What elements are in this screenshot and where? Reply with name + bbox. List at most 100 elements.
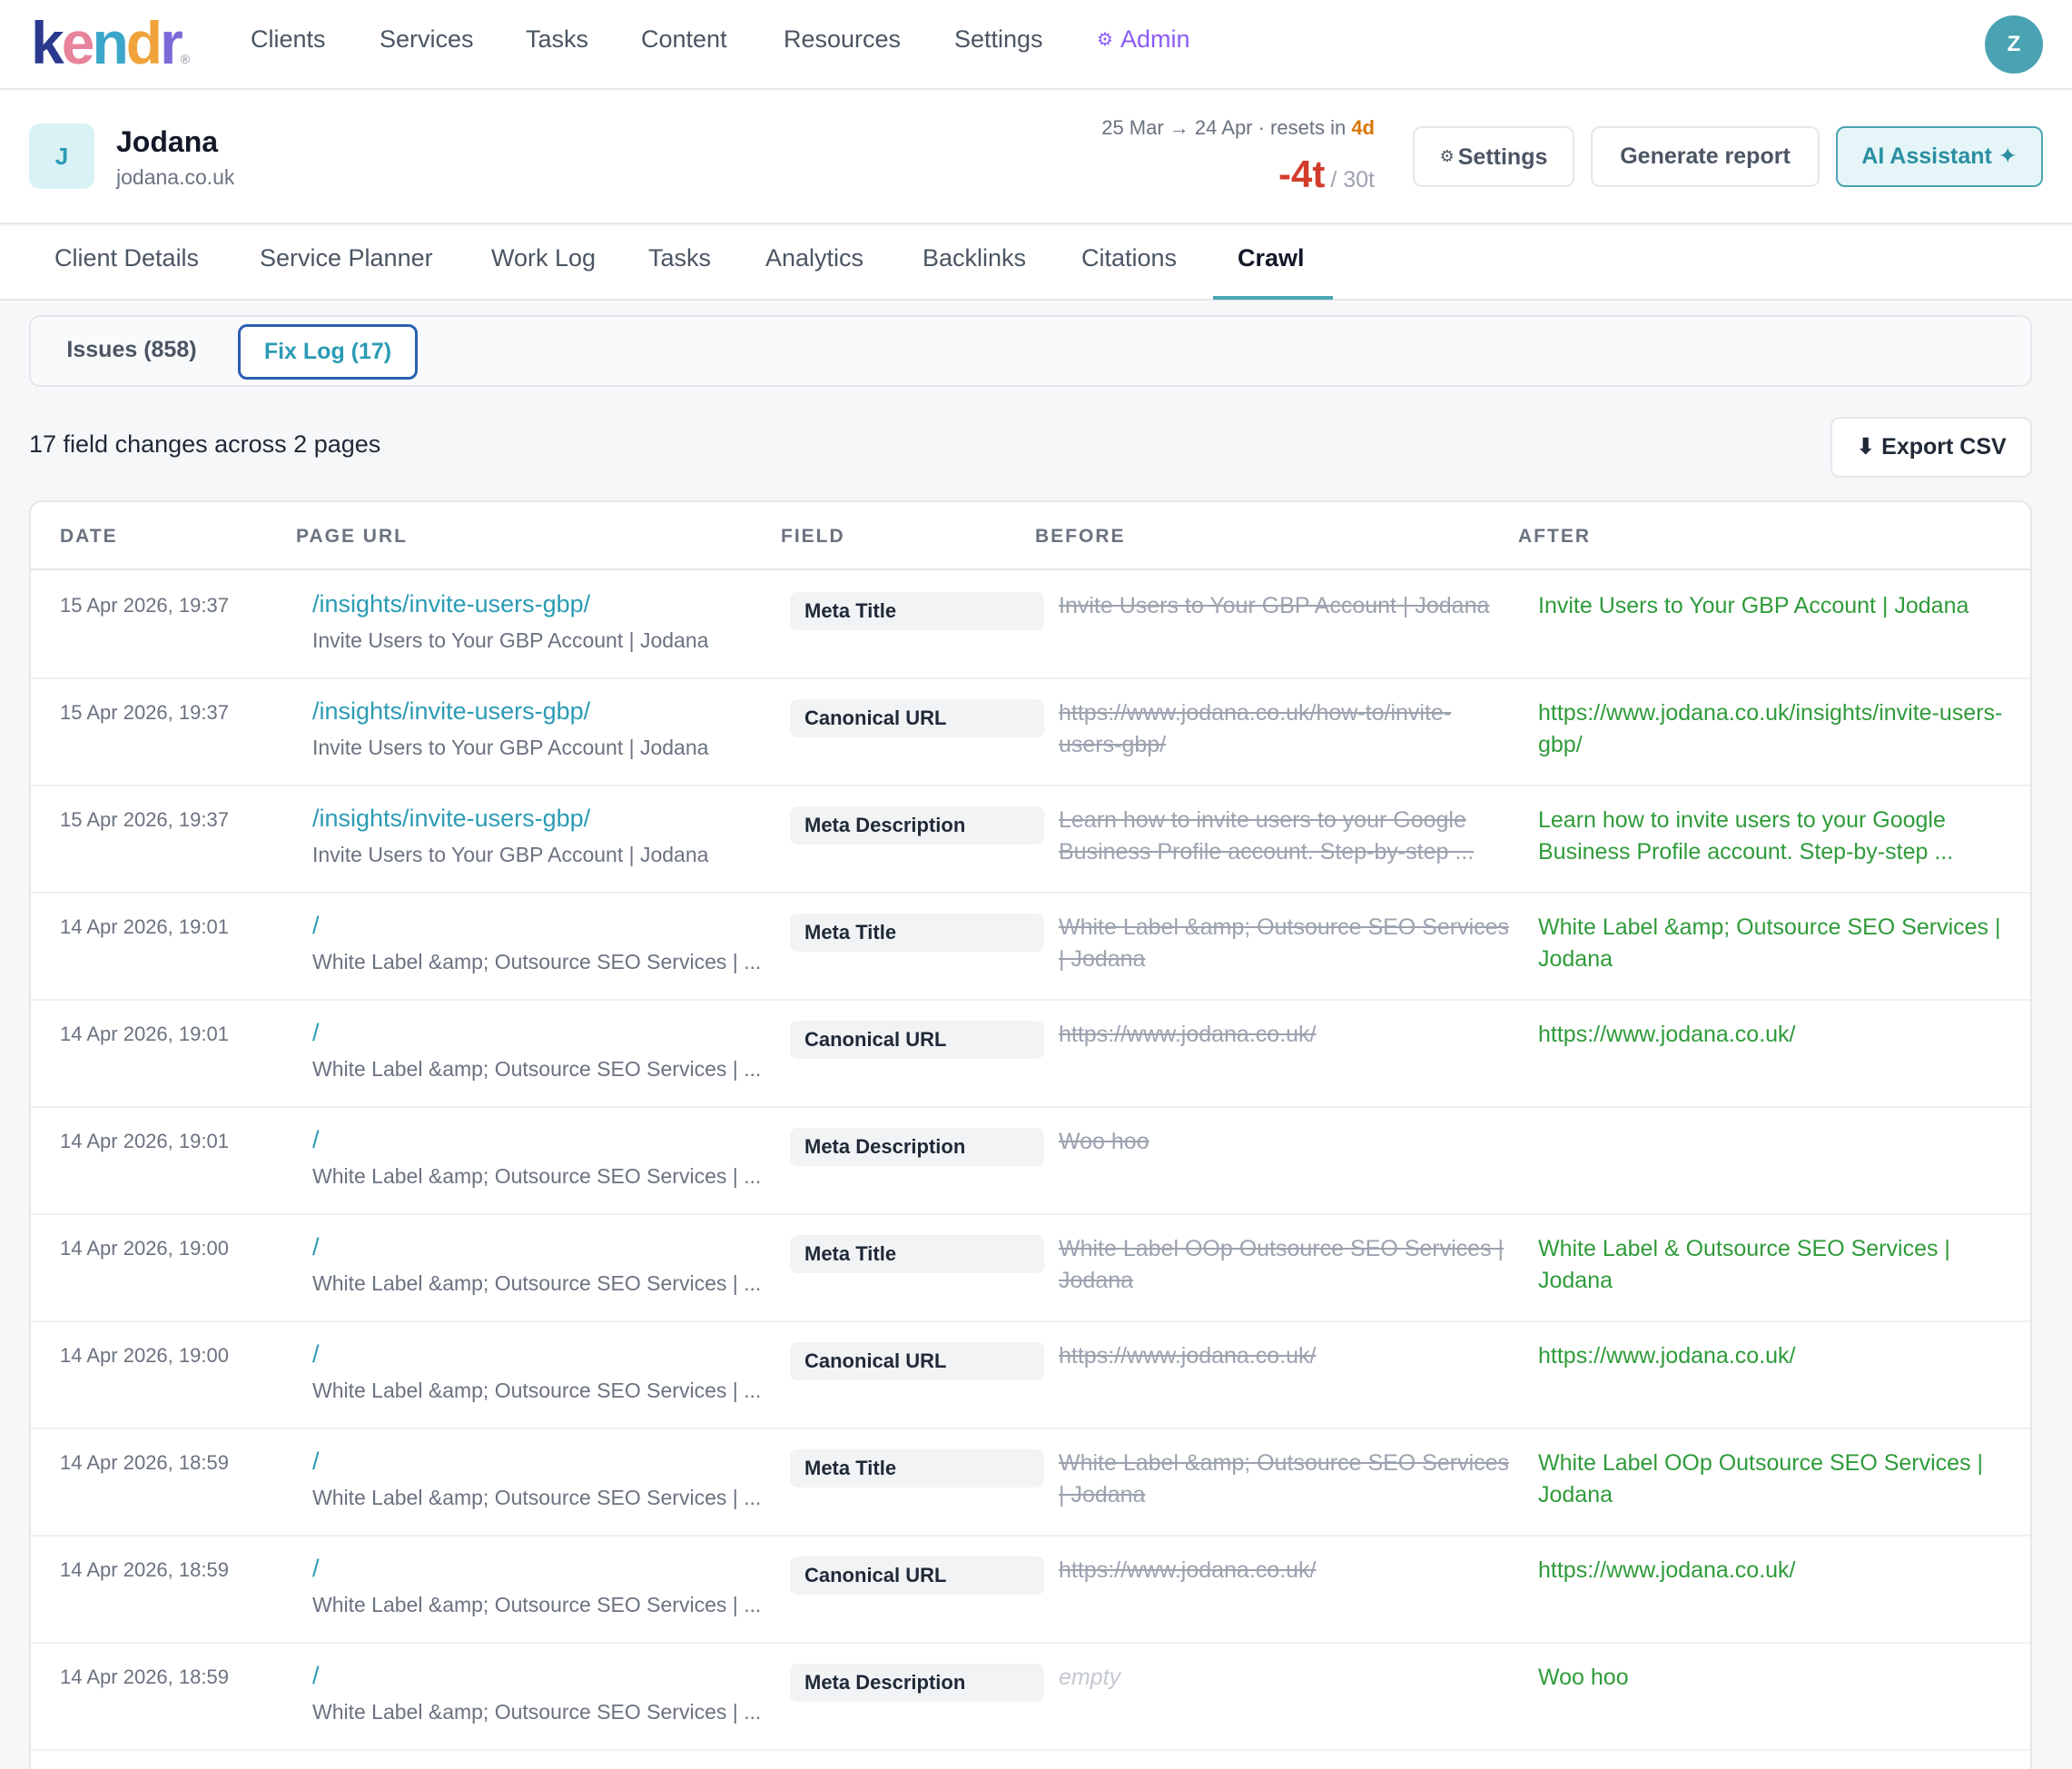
page-title: White Label &amp; Outsource SEO Services… — [312, 1700, 762, 1724]
field-badge: Meta Title — [790, 914, 1044, 952]
header-date[interactable]: DATE — [60, 526, 118, 548]
tab-crawl[interactable]: Crawl — [1238, 244, 1305, 272]
after-value: Woo hoo — [1538, 1665, 1629, 1690]
tab-service-planner[interactable]: Service Planner — [260, 244, 433, 272]
table-row[interactable]: 14 Apr 2026, 19:01 / White Label &amp; Out… — [31, 1108, 2030, 1215]
change-date: 15 Apr 2026, 19:37 — [60, 594, 229, 617]
billing-period: 25 Mar → 24 Apr · resets in 4d — [1101, 116, 1375, 139]
before-value: https://www.jodana.co.uk/ — [1059, 1557, 1317, 1583]
before-value: https://www.jodana.co.uk/ — [1059, 1343, 1317, 1369]
page-title: White Label &amp; Outsource SEO Services… — [312, 1593, 762, 1616]
page-title: White Label &amp; Outsource SEO Services… — [312, 1057, 762, 1081]
tab-analytics[interactable]: Analytics — [765, 244, 863, 272]
table-header: DATE PAGE URL FIELD BEFORE AFTER — [31, 502, 2030, 570]
field-badge: Meta Title — [790, 1449, 1044, 1487]
crawl-subtabs: Issues (858) Fix Log (17) — [29, 315, 2032, 387]
subtab-fix-log[interactable]: Fix Log (17) — [238, 324, 418, 380]
change-date: 14 Apr 2026, 18:59 — [60, 1451, 229, 1474]
nav-resources[interactable]: Resources — [784, 25, 901, 54]
active-tab-indicator — [1213, 296, 1333, 300]
table-row[interactable]: 14 Apr 2026, 18:59 / White Label &amp; Out… — [31, 1537, 2030, 1644]
header-page-url[interactable]: PAGE URL — [296, 526, 408, 548]
before-value: Invite Users to Your GBP Account | Jodan… — [1059, 593, 1490, 618]
tab-client-details[interactable]: Client Details — [54, 244, 199, 272]
tab-backlinks[interactable]: Backlinks — [923, 244, 1026, 272]
before-value: White Label &amp; Outsource SEO Services… — [1059, 914, 1510, 972]
field-badge: Meta Title — [790, 592, 1044, 630]
client-header: J Jodana jodana.co.uk 25 Mar → 24 Apr · … — [0, 91, 2072, 224]
subtab-issues[interactable]: Issues (858) — [47, 324, 216, 380]
page-url-link[interactable]: / — [312, 1126, 320, 1154]
after-value: White Label &amp; Outsource SEO Services… — [1538, 914, 2001, 972]
page-title: White Label &amp; Outsource SEO Services… — [312, 1164, 762, 1188]
table-row[interactable]: 14 Apr 2026, 19:01 / White Label &amp; Out… — [31, 1001, 2030, 1108]
page-url-link[interactable]: /insights/invite-users-gbp/ — [312, 805, 590, 833]
change-date: 14 Apr 2026, 18:59 — [60, 1558, 229, 1581]
after-value: Learn how to invite users to your Google… — [1538, 807, 1954, 865]
page-url-link[interactable]: / — [312, 1340, 320, 1369]
before-value: White Label &amp; Outsource SEO Services… — [1059, 1450, 1510, 1507]
tab-work-log[interactable]: Work Log — [491, 244, 596, 272]
nav-content[interactable]: Content — [641, 25, 727, 54]
page-url-link[interactable]: / — [312, 1555, 320, 1583]
nav-admin[interactable]: ⚙ Admin — [1097, 25, 1189, 54]
page-title: Invite Users to Your GBP Account | Jodan… — [312, 628, 709, 652]
change-date: 14 Apr 2026, 19:01 — [60, 915, 229, 938]
page-title: Invite Users to Your GBP Account | Jodan… — [312, 736, 709, 759]
page-url-link[interactable]: /insights/invite-users-gbp/ — [312, 590, 590, 618]
nav-services[interactable]: Services — [380, 25, 474, 54]
table-row[interactable]: 15 Apr 2026, 19:37/insights/invite-users… — [31, 786, 2030, 894]
change-date: 14 Apr 2026, 19:00 — [60, 1344, 229, 1367]
header-after[interactable]: AFTER — [1518, 526, 1591, 548]
client-settings-button[interactable]: ⚙ Settings — [1413, 126, 1574, 187]
table-row[interactable]: 15 Apr 2026, 19:37/insights/invite-users… — [31, 679, 2030, 786]
field-badge: Meta Title — [790, 1235, 1044, 1273]
header-before[interactable]: BEFORE — [1035, 526, 1126, 548]
before-value: https://www.jodana.co.uk/ — [1059, 1022, 1317, 1047]
fix-log-table: DATE PAGE URL FIELD BEFORE AFTER 15 Apr … — [29, 500, 2032, 1769]
client-domain: jodana.co.uk — [116, 165, 235, 189]
ai-assistant-button[interactable]: AI Assistant ✦ — [1836, 126, 2043, 187]
tab-citations[interactable]: Citations — [1081, 244, 1177, 272]
field-badge: Meta Description — [790, 1664, 1044, 1702]
table-row[interactable]: 15 Apr 2026, 19:37/insights/invite-users… — [31, 572, 2030, 679]
change-date: 14 Apr 2026, 19:01 — [60, 1023, 229, 1045]
page-title: White Label &amp; Outsource SEO Services… — [312, 1271, 762, 1295]
change-date: 15 Apr 2026, 19:37 — [60, 701, 229, 724]
after-value: https://www.jodana.co.uk/ — [1538, 1343, 1796, 1369]
page-title: White Label &amp; Outsource SEO Services… — [312, 950, 762, 973]
page-url-link[interactable]: / — [312, 1448, 320, 1476]
page-url-link[interactable]: / — [312, 912, 320, 940]
field-badge: Meta Description — [790, 806, 1044, 845]
user-avatar[interactable]: Z — [1985, 15, 2043, 74]
credits-used: -4t — [1278, 153, 1326, 195]
nav-tasks[interactable]: Tasks — [526, 25, 588, 54]
page-title: Invite Users to Your GBP Account | Jodan… — [312, 843, 709, 866]
kendr-logo[interactable]: kendr® — [31, 13, 190, 73]
field-badge: Canonical URL — [790, 1557, 1044, 1595]
generate-report-button[interactable]: Generate report — [1591, 126, 1820, 187]
change-date: 14 Apr 2026, 19:01 — [60, 1130, 229, 1152]
credits-limit: / 30t — [1330, 167, 1375, 193]
nav-clients[interactable]: Clients — [251, 25, 326, 54]
export-csv-button[interactable]: ⬇ Export CSV — [1830, 417, 2032, 478]
after-value: Invite Users to Your GBP Account | Jodan… — [1538, 593, 1969, 618]
table-row[interactable]: 14 Apr 2026, 19:00 / White Label &amp; Out… — [31, 1215, 2030, 1322]
table-row[interactable]: 14 Apr 2026, 19:01 / White Label &amp; Out… — [31, 894, 2030, 1001]
page-url-link[interactable]: / — [312, 1233, 320, 1261]
tab-tasks[interactable]: Tasks — [648, 244, 711, 272]
table-row[interactable]: 14 Apr 2026, 18:59 / White Label &amp; Out… — [31, 1429, 2030, 1537]
table-row[interactable]: 14 Apr 2026, 18:59 / White Label &amp; Out… — [31, 1644, 2030, 1751]
page-title: White Label &amp; Outsource SEO Services… — [312, 1486, 762, 1509]
before-value: Woo hoo — [1059, 1129, 1149, 1154]
page-url-link[interactable]: / — [312, 1662, 320, 1690]
client-name: Jodana — [116, 125, 219, 158]
page-url-link[interactable]: / — [312, 1019, 320, 1047]
before-value: https://www.jodana.co.uk/how-to/invite-u… — [1059, 700, 1452, 757]
header-field[interactable]: FIELD — [781, 526, 845, 548]
nav-settings[interactable]: Settings — [954, 25, 1043, 54]
field-badge: Canonical URL — [790, 1342, 1044, 1380]
top-nav: kendr® Clients Services Tasks Content Re… — [0, 0, 2072, 90]
table-row[interactable]: 14 Apr 2026, 19:00 / White Label &amp; Out… — [31, 1322, 2030, 1429]
page-url-link[interactable]: /insights/invite-users-gbp/ — [312, 697, 590, 726]
